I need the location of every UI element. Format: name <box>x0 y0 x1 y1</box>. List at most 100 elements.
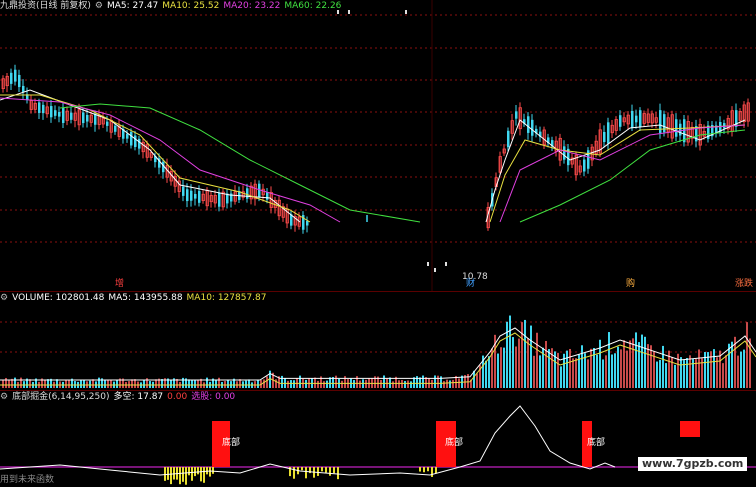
volume-bar <box>548 349 550 388</box>
volume-bar <box>83 379 85 388</box>
volume-bar <box>98 377 100 388</box>
volume-bar <box>2 379 4 388</box>
candle-body <box>190 190 193 201</box>
volume-bar <box>266 376 268 388</box>
volume-bar <box>290 380 292 388</box>
volume-bar <box>422 375 424 388</box>
volume-bar <box>410 381 412 388</box>
volume-bar <box>644 336 646 388</box>
candle-body <box>603 131 606 143</box>
volume-bar <box>14 377 16 388</box>
candle-body <box>94 113 97 125</box>
volume-bar <box>434 375 436 388</box>
candle-body <box>583 159 586 172</box>
volume-bar <box>383 375 385 388</box>
volume-bar <box>359 380 361 388</box>
volume-bar <box>89 380 91 388</box>
volume-bar <box>503 347 505 388</box>
volume-bar <box>743 349 745 388</box>
volume-bar <box>572 358 574 388</box>
candle-body <box>563 146 566 160</box>
settings-icon[interactable]: ⚙ <box>95 1 103 11</box>
volume-bar <box>107 379 109 388</box>
candle-body <box>531 119 534 136</box>
mark-zhangdie[interactable]: 涨跌 <box>735 279 753 290</box>
volume-bar <box>29 379 31 388</box>
volume-bar <box>605 355 607 388</box>
mark-gou[interactable]: 购 <box>626 279 635 290</box>
volume-bar <box>116 379 118 388</box>
bottom-box-label-3: 底部 <box>587 438 606 448</box>
volume-bar <box>611 354 613 388</box>
volume-bar <box>638 342 640 388</box>
volume-bar <box>65 380 67 388</box>
indicator-line <box>0 405 616 476</box>
volume-value: VOLUME: 102801.48 <box>12 293 105 303</box>
indicator-pane[interactable]: ⚙ 底部掘金(6,14,95,250) 多空: 17.87 0.00 选股: 0.00 … <box>0 391 756 487</box>
volume-settings-icon[interactable]: ⚙ <box>0 293 8 303</box>
kline-pane[interactable]: 九鼎投资(日线 前复权) ⚙ MA5: 27.47 MA10: 25.52 MA20: … <box>0 0 756 291</box>
volume-bar <box>485 360 487 388</box>
volume-bar <box>401 379 403 388</box>
candle-body <box>246 188 249 199</box>
mark-zeng[interactable]: 增 <box>115 279 124 290</box>
volume-bar <box>749 338 751 388</box>
volume-bar <box>8 380 10 388</box>
volume-bar <box>110 380 112 388</box>
candle-body <box>134 135 137 147</box>
watermark-text: www.7gpzb.com <box>638 457 748 471</box>
volume-bar <box>407 380 409 388</box>
volume-bar <box>614 353 616 388</box>
xuangu-value: 选股: 0.00 <box>191 392 236 402</box>
volume-bar <box>659 359 661 388</box>
volume-bar <box>500 347 502 388</box>
volume-bar <box>326 380 328 388</box>
volume-bar <box>317 380 319 388</box>
indicator-chart <box>0 405 756 485</box>
candle-body <box>126 133 129 139</box>
volume-bar <box>647 344 649 388</box>
volume-bar <box>488 356 490 388</box>
volume-bar <box>731 341 733 388</box>
volume-bar <box>725 355 727 388</box>
volume-bar <box>560 366 562 388</box>
volume-bar <box>497 353 499 388</box>
candle-body <box>38 102 41 113</box>
volume-bar <box>182 377 184 388</box>
volume-bar <box>524 319 526 388</box>
volume-bar <box>569 348 571 388</box>
volume-bar <box>356 376 358 388</box>
candle-body <box>635 115 638 123</box>
volume-bar <box>245 380 247 388</box>
volume-bar <box>740 351 742 388</box>
candle-body <box>18 74 21 88</box>
mark-cai[interactable]: 财 <box>466 279 475 290</box>
volume-bar <box>608 332 610 388</box>
volume-bar <box>398 380 400 388</box>
volume-bar <box>20 377 22 388</box>
bottom-box-small <box>680 421 700 437</box>
candle-body <box>218 192 221 207</box>
small-marker <box>434 268 436 272</box>
volume-bar <box>449 380 451 388</box>
volume-bar <box>248 379 250 388</box>
volume-bar <box>452 379 454 388</box>
volume-bar <box>365 379 367 388</box>
volume-bar <box>287 380 289 388</box>
small-marker <box>427 262 429 266</box>
volume-bar <box>227 379 229 388</box>
volume-pane[interactable]: ⚙ VOLUME: 102801.48 MA5: 143955.88 MA10: 12… <box>0 292 756 390</box>
indicator-settings-icon[interactable]: ⚙ <box>0 392 8 402</box>
candle-body <box>507 130 510 148</box>
candle-body <box>186 189 189 202</box>
candle-body <box>631 110 634 128</box>
volume-bar <box>713 349 715 388</box>
candle-body <box>306 220 309 226</box>
candle-body <box>114 125 117 132</box>
volume-bar <box>458 378 460 388</box>
volume-bar <box>44 380 46 388</box>
volume-bar <box>593 347 595 388</box>
stock-title: 九鼎投资(日线 前复权) <box>0 1 91 11</box>
volume-bar <box>197 380 199 388</box>
ma5-value: MA5: 27.47 <box>106 1 159 11</box>
